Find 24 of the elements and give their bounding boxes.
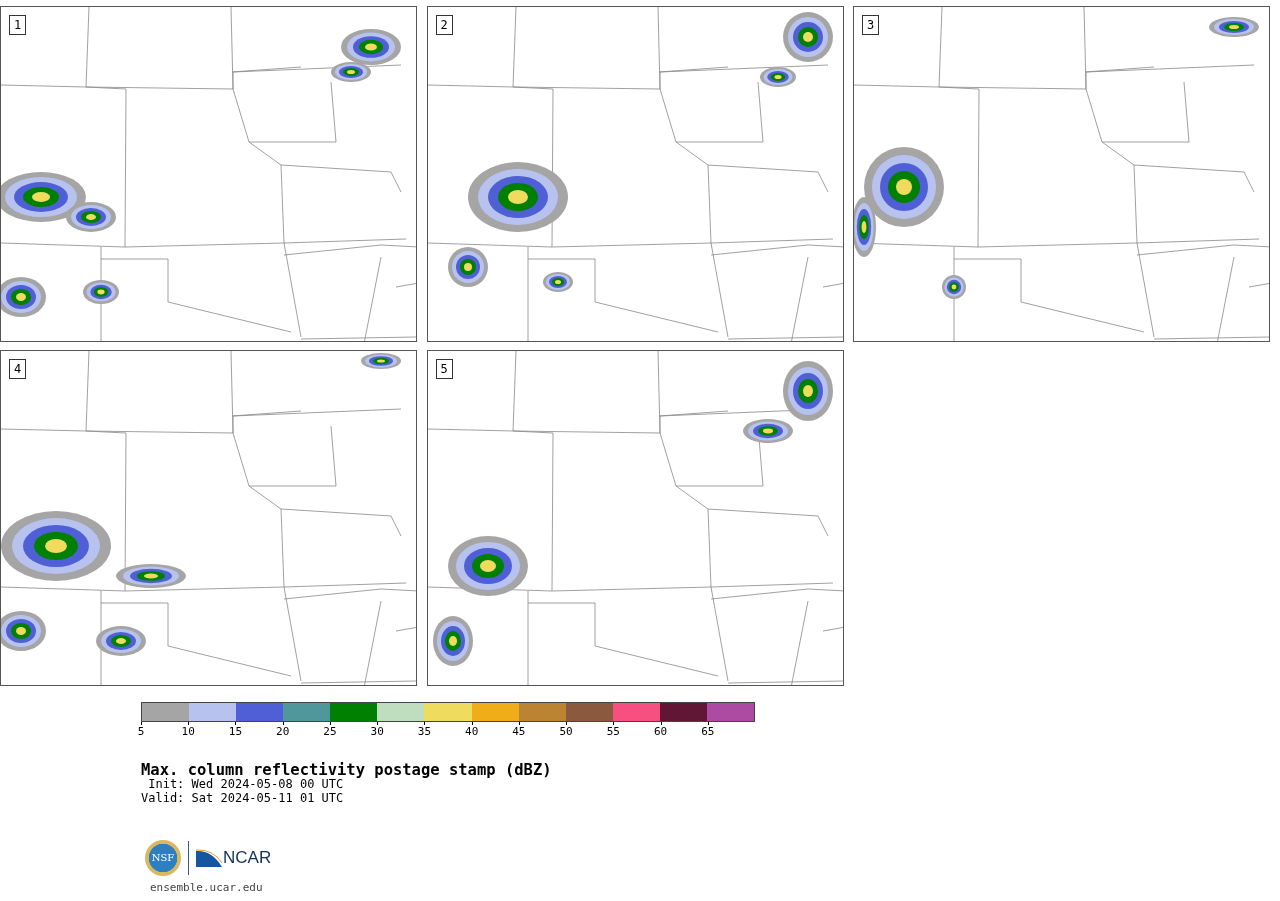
tick-label: 35	[417, 724, 432, 740]
tick-label: 45	[512, 724, 526, 740]
panel-number: 4	[9, 359, 27, 379]
seal-logo: NSF	[145, 839, 181, 876]
tick-label: 40	[465, 724, 479, 740]
tick-label: 30	[370, 724, 384, 740]
panel-number: 1	[9, 15, 27, 35]
tick-label: 50	[559, 724, 573, 740]
tick-label: 65	[701, 724, 715, 740]
tick-label: 20	[276, 724, 290, 740]
valid-time: Valid: Sat 2024-05-11 01 UTC	[141, 792, 345, 806]
panel-number: 2	[435, 15, 453, 35]
panel-number: 5	[435, 359, 453, 379]
panel-number: 3	[862, 15, 880, 35]
wordmark-logo: NCAR	[196, 845, 272, 871]
init-time: Init: Wed 2024-05-08 00 UTC	[147, 778, 344, 792]
tick-label: 15	[228, 724, 243, 740]
tick-label: 10	[181, 724, 195, 740]
tick-label: 55	[606, 724, 620, 740]
website-url: ensemble.ucar.edu	[150, 879, 264, 896]
tick-label: 60	[653, 724, 668, 740]
tick-label: 5	[137, 724, 145, 740]
chart-title: Max. column reflectivity postage stamp (dBZ)	[141, 762, 553, 779]
tick-label: 25	[323, 724, 337, 740]
